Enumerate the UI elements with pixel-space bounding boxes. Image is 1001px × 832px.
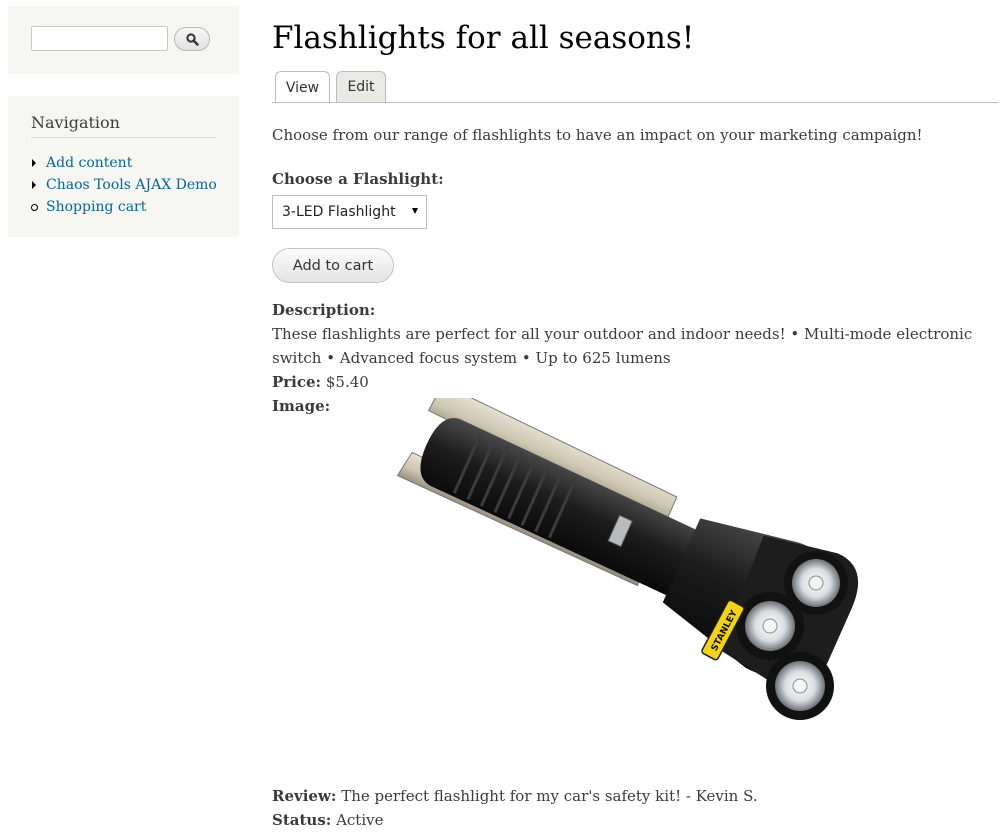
flashlight-image: STANLEY — [396, 383, 858, 720]
choose-flashlight-label: Choose a Flashlight: — [272, 170, 444, 188]
nav-item-chaos-tools: Chaos Tools AJAX Demo — [31, 174, 217, 196]
product-meta: Review: The perfect flashlight for my ca… — [272, 784, 758, 832]
image-label: Image: — [272, 397, 331, 415]
price-field: Price: $5.40 — [272, 370, 1001, 394]
tabs-divider — [272, 102, 998, 103]
review-field: Review: The perfect flashlight for my ca… — [272, 784, 758, 808]
dropdown-caret-icon — [412, 208, 418, 214]
intro-text: Choose from our range of flashlights to … — [272, 126, 923, 144]
description-field: Description: — [272, 298, 1001, 322]
tab-view[interactable]: View — [275, 71, 330, 103]
flashlight-select[interactable]: 3-LED Flashlight — [272, 195, 427, 229]
nav-item-shopping-cart: Shopping cart — [31, 196, 217, 218]
navigation-title: Navigation — [31, 113, 216, 138]
navigation-block: Navigation Add content Chaos Tools AJAX … — [8, 96, 239, 237]
triangle-bullet-icon — [32, 181, 36, 189]
nav-link-add-content[interactable]: Add content — [46, 155, 132, 171]
page-title: Flashlights for all seasons! — [272, 20, 695, 56]
price-label: Price: — [272, 373, 322, 391]
circle-bullet-icon — [31, 203, 38, 211]
status-field: Status: Active — [272, 808, 758, 832]
tab-edit[interactable]: Edit — [336, 71, 386, 102]
product-image: STANLEY — [338, 383, 888, 760]
search-icon — [185, 32, 199, 46]
nav-link-shopping-cart[interactable]: Shopping cart — [46, 199, 146, 215]
nav-item-add-content: Add content — [31, 152, 217, 174]
status-label: Status: — [272, 811, 332, 829]
search-input[interactable] — [31, 26, 168, 51]
search-block — [8, 6, 239, 74]
review-label: Review: — [272, 787, 337, 805]
triangle-bullet-icon — [32, 159, 36, 167]
add-to-cart-button[interactable]: Add to cart — [272, 248, 394, 283]
selected-option: 3-LED Flashlight — [282, 204, 396, 220]
search-button[interactable] — [174, 27, 210, 51]
nav-link-chaos-tools[interactable]: Chaos Tools AJAX Demo — [46, 177, 217, 193]
review-text: The perfect flashlight for my car's safe… — [341, 787, 758, 805]
navigation-menu: Add content Chaos Tools AJAX Demo Shoppi… — [31, 152, 217, 218]
status-value: Active — [336, 811, 384, 829]
description-text: These flashlights are perfect for all yo… — [272, 325, 973, 367]
price-value: $5.40 — [325, 373, 369, 391]
description-label: Description: — [272, 301, 376, 319]
